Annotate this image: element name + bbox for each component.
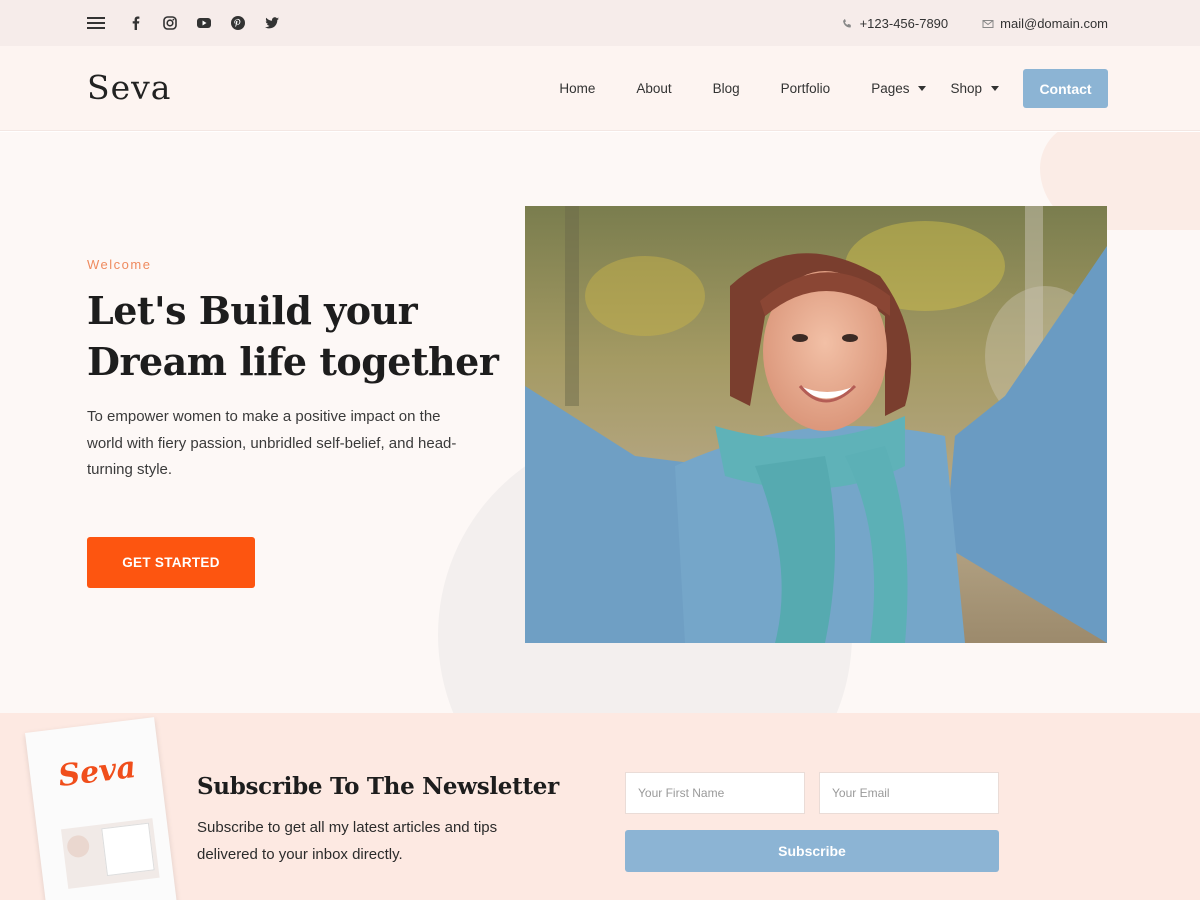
social-links (127, 14, 281, 32)
email-input[interactable]: Your Email (819, 772, 999, 814)
phone-icon (842, 18, 851, 27)
nav-about[interactable]: About (636, 81, 671, 96)
facebook-icon[interactable] (127, 14, 145, 32)
mail-icon (982, 19, 994, 28)
phone-number: +123-456-7890 (859, 16, 949, 31)
hero-description: To empower women to make a positive impa… (87, 408, 457, 478)
youtube-icon[interactable] (195, 14, 213, 32)
chevron-down-icon (991, 86, 999, 91)
chevron-down-icon (918, 86, 927, 91)
email-item[interactable]: mail@domain.com (982, 16, 1108, 31)
instagram-icon[interactable] (161, 14, 179, 32)
twitter-icon[interactable] (263, 14, 281, 32)
nav-home[interactable]: Home (559, 81, 595, 96)
pinterest-icon[interactable] (229, 14, 247, 32)
newsletter-section: Seva Subscribe To The Newsletter Subscri… (0, 713, 1200, 900)
magazine-logo: Seva (56, 749, 138, 795)
magazine-image: Seva (25, 717, 179, 900)
magazine-cup (65, 834, 91, 859)
nav-shop-label: Shop (950, 81, 982, 96)
newsletter-title: Subscribe To The Newsletter (197, 773, 559, 800)
hero-eyebrow: Welcome (87, 257, 152, 272)
subscribe-button[interactable]: Subscribe (625, 830, 999, 872)
magazine-cover-art (61, 818, 160, 889)
hero-title: Let's Build your Dream life together (87, 288, 499, 384)
nav-pages[interactable]: Pages (871, 81, 927, 96)
newsletter-description: Subscribe to get all my latest articles … (197, 819, 498, 863)
hamburger-icon[interactable] (87, 17, 105, 30)
nav-pages-label: Pages (871, 81, 910, 96)
site-header: Seva Home About Blog Portfolio Pages Sho… (0, 46, 1200, 131)
email-address: mail@domain.com (1000, 16, 1108, 31)
contact-button[interactable]: Contact (1023, 69, 1108, 108)
contact-info: +123-456-7890 mail@domain.com (842, 16, 1108, 31)
nav-shop[interactable]: Shop (950, 81, 999, 96)
nav-blog[interactable]: Blog (713, 81, 740, 96)
nav-portfolio[interactable]: Portfolio (781, 81, 831, 96)
get-started-button[interactable]: GET STARTED (87, 537, 255, 588)
site-logo[interactable]: Seva (87, 68, 171, 107)
first-name-input[interactable]: Your First Name (625, 772, 805, 814)
hero-section: Welcome Let's Build your Dream life toge… (0, 132, 1200, 713)
hero-image (525, 206, 1107, 643)
main-nav: Home About Blog Portfolio Pages Shop Con… (559, 69, 1108, 108)
phone-item[interactable]: +123-456-7890 (842, 16, 949, 31)
magazine-tablet (101, 822, 155, 877)
top-bar: +123-456-7890 mail@domain.com (0, 0, 1200, 46)
